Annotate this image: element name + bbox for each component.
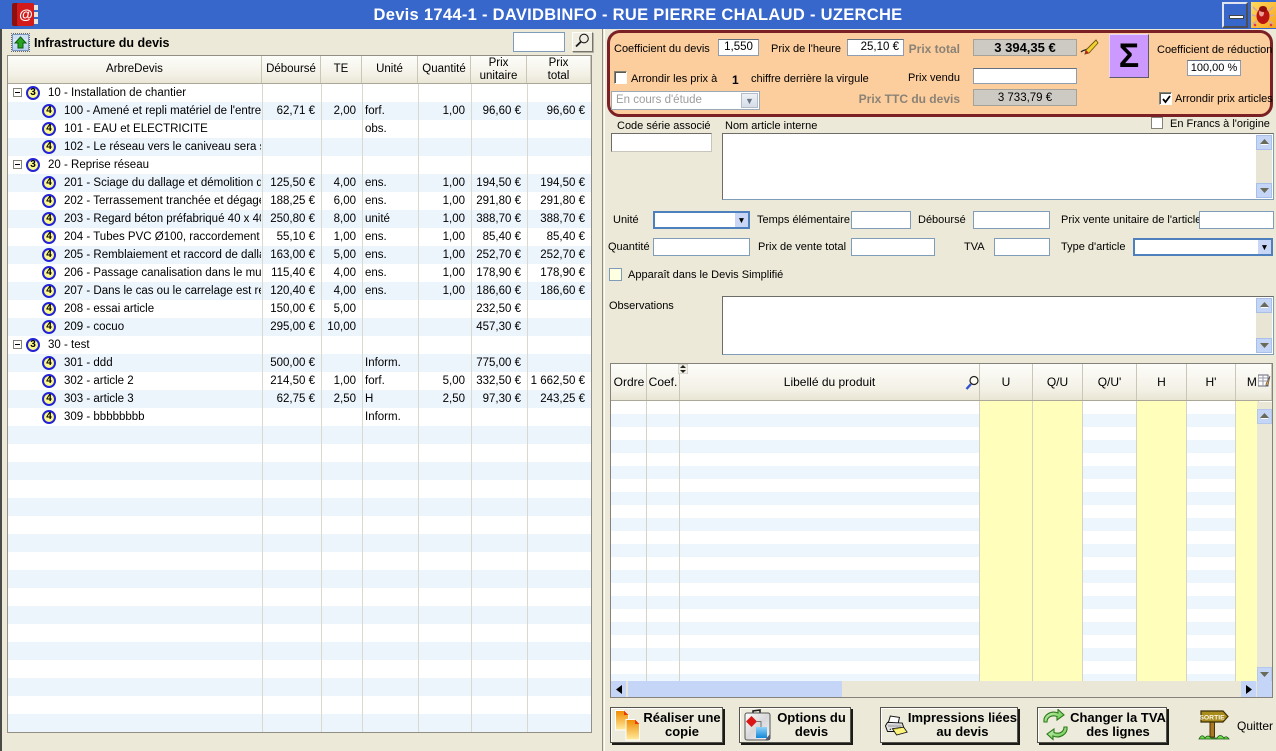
svg-text:SORTIE: SORTIE — [1199, 714, 1225, 721]
